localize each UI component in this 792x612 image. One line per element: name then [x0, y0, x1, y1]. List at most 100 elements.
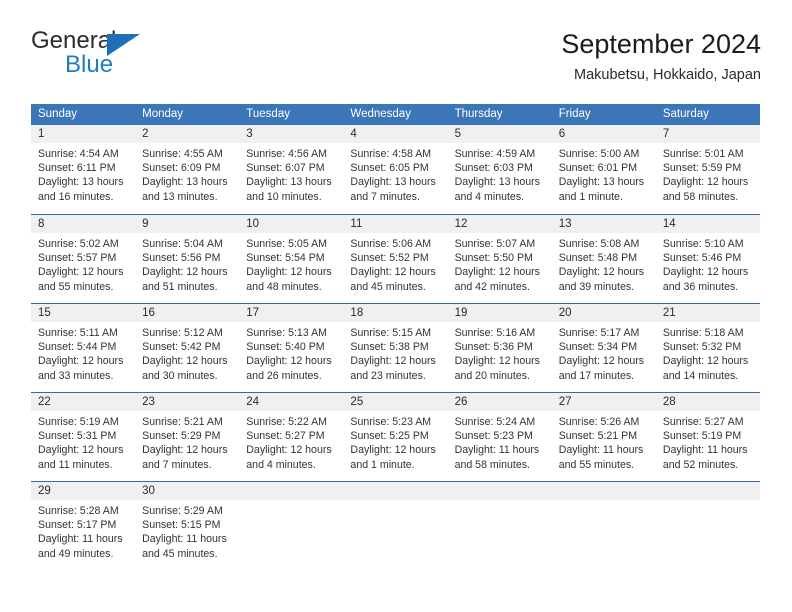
day-number: 19	[447, 304, 552, 322]
calendar-week-row: 15 Sunrise: 5:11 AM Sunset: 5:44 PM Dayligh…	[31, 303, 760, 392]
sunset-text: Sunset: 5:42 PM	[142, 341, 221, 354]
calendar-week-row: 8 Sunrise: 5:02 AM Sunset: 5:57 PM Daylight…	[31, 214, 760, 303]
day-cell[interactable]: 25 Sunrise: 5:23 AM Sunset: 5:25 PM Dayligh…	[343, 393, 448, 481]
daylight-text-line2: and 55 minutes.	[558, 458, 635, 471]
day-cell[interactable]: 14 Sunrise: 5:10 AM Sunset: 5:46 PM Dayligh…	[655, 215, 760, 303]
daylight-text-line2: and 33 minutes.	[38, 369, 114, 382]
day-cell[interactable]: 16 Sunrise: 5:12 AM Sunset: 5:42 PM Dayligh…	[135, 304, 240, 392]
sunrise-text: Sunrise: 5:15 AM	[350, 327, 432, 339]
day-cell[interactable]: 22 Sunrise: 5:19 AM Sunset: 5:31 PM Dayligh…	[31, 393, 136, 481]
daylight-text-line2: and 58 minutes.	[662, 190, 739, 203]
calendar-week-row: 29 Sunrise: 5:28 AM Sunset: 5:17 PM Dayligh…	[31, 481, 760, 570]
day-cell[interactable]: 21 Sunrise: 5:18 AM Sunset: 5:32 PM Dayligh…	[655, 304, 760, 392]
daylight-text-line1: Daylight: 11 hours	[662, 444, 748, 457]
daylight-text-line1: Daylight: 12 hours	[246, 266, 332, 279]
day-cell[interactable]: 5 Sunrise: 4:59 AM Sunset: 6:03 PM Daylight…	[447, 125, 552, 214]
day-cell[interactable]: 9 Sunrise: 5:04 AM Sunset: 5:56 PM Daylight…	[135, 215, 240, 303]
day-info: Sunrise: 4:59 AM Sunset: 6:03 PM Daylight:…	[448, 143, 552, 204]
sunrise-text: Sunrise: 5:21 AM	[142, 416, 223, 428]
weekday-header-thursday: Thursday	[454, 108, 503, 120]
daylight-text-line1: Daylight: 12 hours	[350, 266, 436, 279]
day-info: Sunrise: 4:58 AM Sunset: 6:05 PM Daylight:…	[343, 143, 447, 204]
calendar-week-row: 22 Sunrise: 5:19 AM Sunset: 5:31 PM Dayligh…	[31, 392, 760, 481]
day-info: Sunrise: 5:22 AM Sunset: 5:27 PM Daylight:…	[239, 411, 343, 472]
daylight-text-line2: and 45 minutes.	[350, 280, 426, 293]
sunrise-text: Sunrise: 5:19 AM	[38, 416, 119, 428]
weekday-header-monday: Monday	[142, 108, 184, 120]
sunset-text: Sunset: 5:31 PM	[38, 430, 117, 443]
day-info: Sunrise: 5:26 AM Sunset: 5:21 PM Daylight:…	[552, 411, 656, 472]
daylight-text-line2: and 4 minutes.	[246, 458, 316, 471]
sunset-text: Sunset: 6:11 PM	[38, 162, 116, 175]
day-cell[interactable]: 7 Sunrise: 5:01 AM Sunset: 5:59 PM Daylight…	[655, 125, 760, 214]
daylight-text-line1: Daylight: 11 hours	[38, 533, 123, 546]
day-cell[interactable]: 24 Sunrise: 5:22 AM Sunset: 5:27 PM Dayligh…	[239, 393, 344, 481]
day-info	[239, 500, 343, 504]
daylight-text-line1: Daylight: 12 hours	[38, 444, 124, 457]
day-cell-empty	[655, 482, 760, 570]
day-cell-empty	[551, 482, 656, 570]
day-info: Sunrise: 5:24 AM Sunset: 5:23 PM Daylight:…	[448, 411, 552, 472]
day-number: 28	[655, 393, 760, 411]
daylight-text-line1: Daylight: 12 hours	[142, 266, 228, 279]
daylight-text-line2: and 55 minutes.	[38, 280, 114, 293]
day-number: 16	[135, 304, 240, 322]
day-info	[343, 500, 447, 504]
daylight-text-line1: Daylight: 12 hours	[662, 355, 749, 368]
day-cell[interactable]: 12 Sunrise: 5:07 AM Sunset: 5:50 PM Dayligh…	[447, 215, 552, 303]
daylight-text-line1: Daylight: 13 hours	[38, 176, 124, 189]
day-cell[interactable]: 6 Sunrise: 5:00 AM Sunset: 6:01 PM Daylight…	[551, 125, 656, 214]
daylight-text-line2: and 13 minutes.	[142, 190, 218, 203]
day-number: 27	[551, 393, 656, 411]
day-cell[interactable]: 30 Sunrise: 5:29 AM Sunset: 5:15 PM Dayligh…	[135, 482, 240, 570]
day-cell[interactable]: 26 Sunrise: 5:24 AM Sunset: 5:23 PM Dayligh…	[447, 393, 552, 481]
day-cell[interactable]: 8 Sunrise: 5:02 AM Sunset: 5:57 PM Daylight…	[31, 215, 136, 303]
daylight-text-line2: and 17 minutes.	[558, 369, 635, 382]
day-cell[interactable]: 1 Sunrise: 4:54 AM Sunset: 6:11 PM Daylight…	[31, 125, 136, 214]
daylight-text-line1: Daylight: 12 hours	[38, 266, 124, 279]
day-cell[interactable]: 23 Sunrise: 5:21 AM Sunset: 5:29 PM Dayligh…	[135, 393, 240, 481]
daylight-text-line2: and 1 minute.	[558, 190, 623, 203]
day-number	[655, 482, 760, 500]
sunrise-text: Sunrise: 5:23 AM	[350, 416, 432, 428]
sunrise-text: Sunrise: 5:00 AM	[558, 148, 640, 160]
day-cell[interactable]: 2 Sunrise: 4:55 AM Sunset: 6:09 PM Daylight…	[135, 125, 240, 214]
sunset-text: Sunset: 5:17 PM	[38, 519, 117, 532]
day-cell[interactable]: 28 Sunrise: 5:27 AM Sunset: 5:19 PM Dayligh…	[655, 393, 760, 481]
day-info: Sunrise: 5:05 AM Sunset: 5:54 PM Daylight:…	[239, 233, 343, 294]
day-cell[interactable]: 29 Sunrise: 5:28 AM Sunset: 5:17 PM Dayligh…	[31, 482, 136, 570]
daylight-text-line1: Daylight: 12 hours	[454, 266, 540, 279]
sunrise-text: Sunrise: 5:10 AM	[662, 238, 744, 250]
day-cell-empty	[447, 482, 552, 570]
day-info: Sunrise: 5:18 AM Sunset: 5:32 PM Daylight:…	[656, 322, 760, 383]
day-info: Sunrise: 5:00 AM Sunset: 6:01 PM Daylight:…	[552, 143, 656, 204]
sunrise-text: Sunrise: 5:05 AM	[246, 238, 327, 250]
day-cell[interactable]: 3 Sunrise: 4:56 AM Sunset: 6:07 PM Daylight…	[239, 125, 344, 214]
sunrise-text: Sunrise: 4:58 AM	[350, 148, 432, 160]
sunset-text: Sunset: 5:29 PM	[142, 430, 221, 443]
sunrise-text: Sunrise: 5:18 AM	[662, 327, 744, 339]
day-cell[interactable]: 11 Sunrise: 5:06 AM Sunset: 5:52 PM Dayligh…	[343, 215, 448, 303]
daylight-text-line2: and 4 minutes.	[454, 190, 525, 203]
day-cell[interactable]: 4 Sunrise: 4:58 AM Sunset: 6:05 PM Daylight…	[343, 125, 448, 214]
day-cell[interactable]: 15 Sunrise: 5:11 AM Sunset: 5:44 PM Dayligh…	[31, 304, 136, 392]
day-cell[interactable]: 13 Sunrise: 5:08 AM Sunset: 5:48 PM Dayligh…	[551, 215, 656, 303]
day-cell[interactable]: 17 Sunrise: 5:13 AM Sunset: 5:40 PM Dayligh…	[239, 304, 344, 392]
day-number: 25	[343, 393, 448, 411]
daylight-text-line2: and 48 minutes.	[246, 280, 322, 293]
day-cell[interactable]: 19 Sunrise: 5:16 AM Sunset: 5:36 PM Dayligh…	[447, 304, 552, 392]
daylight-text-line2: and 30 minutes.	[142, 369, 218, 382]
day-cell[interactable]: 18 Sunrise: 5:15 AM Sunset: 5:38 PM Dayligh…	[343, 304, 448, 392]
day-number: 2	[135, 125, 240, 143]
day-number: 1	[31, 125, 136, 143]
day-cell[interactable]: 20 Sunrise: 5:17 AM Sunset: 5:34 PM Dayligh…	[551, 304, 656, 392]
calendar-grid: Sunday Monday Tuesday Wednesday Thursday…	[31, 104, 760, 570]
day-cell[interactable]: 10 Sunrise: 5:05 AM Sunset: 5:54 PM Dayligh…	[239, 215, 344, 303]
day-cell[interactable]: 27 Sunrise: 5:26 AM Sunset: 5:21 PM Dayligh…	[551, 393, 656, 481]
sunset-text: Sunset: 5:21 PM	[558, 430, 638, 443]
weekday-header-saturday: Saturday	[662, 108, 709, 120]
sunset-text: Sunset: 5:50 PM	[454, 252, 533, 265]
sunrise-text: Sunrise: 4:59 AM	[454, 148, 536, 160]
daylight-text-line1: Daylight: 12 hours	[558, 355, 645, 368]
general-blue-logo[interactable]: General Blue	[31, 28, 261, 88]
